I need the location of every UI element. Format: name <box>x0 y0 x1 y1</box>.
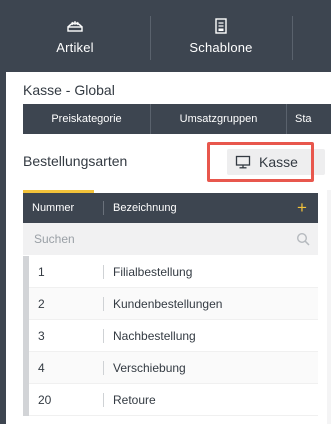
row-marker <box>23 288 29 320</box>
search-input[interactable] <box>23 223 293 255</box>
cell-nummer: 4 <box>38 361 45 375</box>
cell-nummer: 1 <box>38 265 45 279</box>
cell-bezeichnung: Nachbestellung <box>113 329 196 343</box>
table-header: Nummer Bezeichnung + <box>23 193 318 223</box>
row-marker <box>23 352 29 384</box>
table-row[interactable]: 3 Nachbestellung <box>23 320 318 352</box>
cell-bezeichnung: Verschiebung <box>113 361 186 375</box>
tab-bar: Preiskategorie Umsatzgruppen Sta <box>23 104 331 134</box>
nav-item-label: Artikel <box>56 39 94 55</box>
table-row[interactable]: 2 Kundenbestellungen <box>23 288 318 320</box>
nav-item-artikel[interactable]: Artikel <box>0 0 150 72</box>
highlight-box <box>207 142 314 182</box>
cell-bezeichnung: Kundenbestellungen <box>113 297 223 311</box>
cell-divider <box>103 393 104 407</box>
plus-icon[interactable]: + <box>294 198 310 218</box>
search-icon <box>296 232 310 246</box>
row-marker <box>23 384 29 416</box>
table-row[interactable]: 20 Retoure <box>23 384 318 416</box>
panel-title: Kasse - Global <box>23 82 115 98</box>
cell-divider <box>103 329 104 343</box>
row-marker <box>23 256 29 288</box>
row-marker <box>23 320 29 352</box>
bread-icon <box>67 20 83 32</box>
tab-preiskategorie[interactable]: Preiskategorie <box>23 104 151 134</box>
nav-divider <box>292 16 293 60</box>
cell-divider <box>103 265 104 279</box>
top-navigation: Artikel Schablone <box>0 0 331 72</box>
tab-umsatzgruppen[interactable]: Umsatzgruppen <box>151 104 287 134</box>
table-row[interactable]: 4 Verschiebung <box>23 352 318 384</box>
cell-divider <box>103 297 104 311</box>
cell-bezeichnung: Filialbestellung <box>113 265 193 279</box>
search-row <box>23 223 318 255</box>
section-title: Bestellungsarten <box>23 153 128 169</box>
cell-nummer: 3 <box>38 329 45 343</box>
scrollbar-track[interactable] <box>327 190 331 424</box>
tab-truncated[interactable]: Sta <box>287 104 331 134</box>
column-header-nummer[interactable]: Nummer <box>32 202 74 214</box>
main-panel: Kasse - Global Preiskategorie Umsatzgrup… <box>6 72 331 424</box>
cell-nummer: 2 <box>38 297 45 311</box>
nav-item-schablone[interactable]: Schablone <box>150 0 292 72</box>
table-row[interactable]: 1 Filialbestellung <box>23 256 318 288</box>
column-header-bezeichnung[interactable]: Bezeichnung <box>113 202 177 214</box>
cell-bezeichnung: Retoure <box>113 393 156 407</box>
column-divider <box>103 201 104 215</box>
cell-divider <box>103 361 104 375</box>
document-icon <box>215 17 227 34</box>
table-body: 1 Filialbestellung 2 Kundenbestellungen … <box>23 256 318 416</box>
cell-nummer: 20 <box>38 393 52 407</box>
nav-item-label: Schablone <box>189 39 253 55</box>
